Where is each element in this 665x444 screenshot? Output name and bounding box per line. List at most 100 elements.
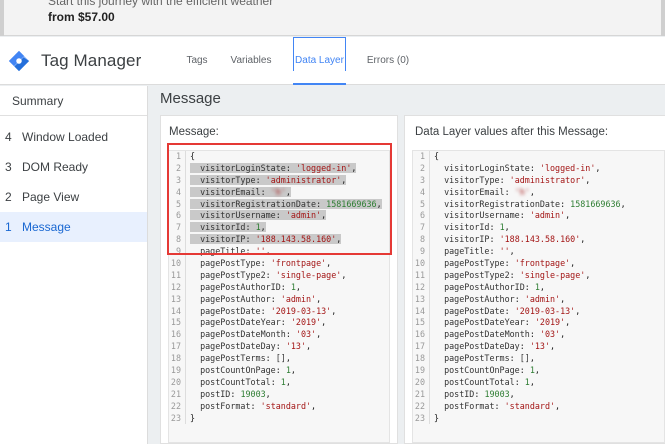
- json-value: 'logged-in': [539, 162, 596, 173]
- line-number: 15: [414, 317, 425, 328]
- gutter-divider: [429, 198, 430, 211]
- code-text: visitorId: 1,: [190, 222, 266, 233]
- gutter-divider: [429, 162, 430, 175]
- line-number: 1: [175, 151, 181, 161]
- json-key: postCountTotal: [200, 376, 271, 387]
- code-text: {: [434, 151, 439, 161]
- json-key: visitorIP: [444, 234, 490, 245]
- open-brace: {: [434, 151, 440, 161]
- code-line: 10 pagePostType: 'frontpage',: [169, 258, 389, 270]
- json-key: visitorId: [444, 222, 490, 233]
- code-text: pagePostAuthor: 'admin',: [200, 293, 322, 304]
- gutter-divider: [429, 412, 430, 425]
- json-value: 19003: [484, 388, 510, 399]
- json-value: 1: [499, 222, 505, 233]
- json-key: pagePostAuthor: [200, 293, 271, 304]
- sidebar-item-message[interactable]: 1 Message: [0, 212, 147, 242]
- json-value: 'single-page': [519, 269, 586, 280]
- gutter-divider: [185, 293, 186, 306]
- code-text: pagePostDateDay: '13',: [200, 341, 312, 352]
- code-line: 21 postID: 19003,: [169, 388, 389, 401]
- code-line: 23}: [413, 412, 664, 425]
- code-text: pagePostType: 'frontpage',: [444, 258, 576, 269]
- json-value: 1: [255, 222, 261, 233]
- event-number: 4: [5, 130, 12, 144]
- json-value: '2019': [534, 317, 566, 328]
- code-text: postCountTotal: 1,: [200, 376, 291, 387]
- code-text: pagePostDateDay: '13',: [444, 341, 556, 352]
- brand-title: Tag Manager: [41, 51, 142, 70]
- json-value: 1: [290, 281, 296, 292]
- gutter-divider: [185, 222, 186, 235]
- tag-manager-diamond-icon: [8, 50, 30, 72]
- line-number: 9: [419, 246, 425, 257]
- line-number: 2: [175, 162, 181, 173]
- json-value: 'admin': [524, 293, 561, 304]
- json-key: pagePostType2: [200, 269, 266, 280]
- preview-left-edge: [0, 0, 4, 36]
- code-text: postFormat: 'standard',: [444, 400, 561, 411]
- sidebar-item-page-view[interactable]: 2 Page View: [0, 182, 147, 212]
- gutter-divider: [429, 400, 430, 413]
- line-number: 17: [414, 341, 425, 352]
- line-number: 21: [170, 388, 181, 399]
- code-text: pageTitle: '',: [444, 246, 515, 257]
- gutter-divider: [185, 210, 186, 223]
- open-brace: {: [190, 151, 196, 161]
- sidebar-summary[interactable]: Summary: [0, 86, 147, 116]
- gutter-divider: [429, 317, 430, 330]
- data-layer-values-panel: Data Layer values after this Message: 1 {…: [404, 115, 665, 444]
- code-text: postID: 19003,: [444, 388, 515, 399]
- line-number: 7: [175, 222, 181, 233]
- gutter-divider: [185, 174, 186, 187]
- code-line: 21 postID: 19003,: [413, 388, 664, 401]
- json-value: 'single-page': [275, 269, 342, 280]
- gutter-divider: [429, 388, 430, 401]
- tab-data-layer[interactable]: Data Layer: [293, 37, 346, 85]
- gutter-divider: [185, 400, 186, 413]
- sidebar-item-dom-ready[interactable]: 3 DOM Ready: [0, 152, 147, 182]
- message-code-block[interactable]: 1{2 visitorLoginState: 'logged-in', 3 vis…: [168, 150, 390, 443]
- json-value: 'logged-in': [295, 162, 352, 173]
- json-value: '2019-03-13': [270, 305, 332, 316]
- json-value: 1581669636: [570, 198, 621, 209]
- gutter-divider: [185, 353, 186, 366]
- code-text: postCountOnPage: 1,: [444, 365, 540, 376]
- gutter-divider: [429, 151, 430, 163]
- json-value: 1: [534, 281, 540, 292]
- line-number: 5: [419, 198, 425, 209]
- code-text: postCountTotal: 1,: [444, 376, 535, 387]
- gutter-divider: [429, 353, 430, 366]
- sidebar-item-window-loaded[interactable]: 4 Window Loaded: [0, 122, 147, 152]
- json-value: '2019-03-13': [514, 305, 576, 316]
- code-line: 20 postCountTotal: 1,: [169, 376, 389, 389]
- code-text: visitorType: 'administrator',: [190, 174, 347, 185]
- tab-variables[interactable]: Variables: [226, 37, 276, 85]
- code-line: 2 visitorLoginState: 'logged-in',: [169, 162, 389, 175]
- tab-variables-label: Variables: [230, 55, 272, 66]
- gutter-divider: [185, 246, 186, 259]
- code-line: 15 pagePostDateYear: '2019',: [169, 317, 389, 330]
- tab-tags[interactable]: Tags: [182, 37, 212, 85]
- line-number: 23: [170, 412, 181, 423]
- code-text: pagePostDateYear: '2019',: [444, 317, 571, 328]
- event-number: 1: [5, 220, 12, 234]
- json-key: postCountOnPage: [444, 365, 520, 376]
- line-number: 20: [170, 376, 181, 387]
- data-layer-code-block[interactable]: 1{2 visitorLoginState: 'logged-in', 3 vis…: [412, 150, 665, 443]
- code-text: postID: 19003,: [200, 388, 271, 399]
- gutter-divider: [185, 234, 186, 247]
- json-key: pageTitle: [444, 246, 490, 257]
- json-value: '': [499, 246, 510, 257]
- gutter-divider: [429, 222, 430, 235]
- code-line: 16 pagePostDateMonth: '03',: [413, 329, 664, 342]
- gutter-divider: [185, 376, 186, 389]
- tab-errors[interactable]: Errors (0): [362, 37, 414, 85]
- message-panel-title: Message:: [169, 126, 219, 138]
- json-key: pagePostDate: [444, 305, 505, 316]
- code-line: 11 pagePostType2: 'single-page',: [169, 269, 389, 282]
- line-number: 13: [414, 293, 425, 304]
- json-value: 1581669636: [326, 198, 377, 209]
- line-number: 10: [170, 258, 181, 269]
- data-layer-panel-title: Data Layer values after this Message:: [415, 126, 609, 138]
